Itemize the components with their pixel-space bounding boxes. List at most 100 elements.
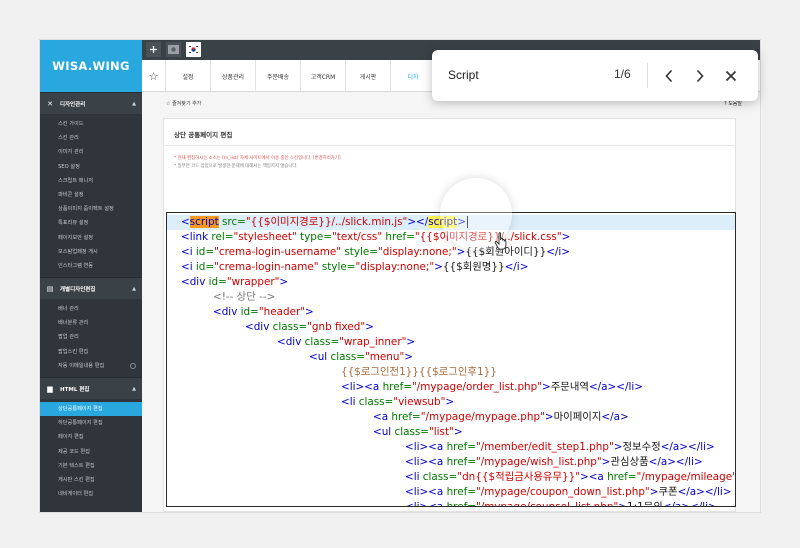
code-token: <li><a: [405, 456, 444, 468]
tab-item[interactable]: 주문배송: [256, 60, 301, 92]
code-token: "/mypage/coupon_down_list.php": [475, 486, 650, 498]
sidebar-item[interactable]: 이미지 관리: [40, 145, 142, 159]
code-token: <div: [277, 336, 302, 348]
tab-item[interactable]: 고객CRM: [301, 60, 346, 92]
circle-icon: [130, 362, 136, 369]
sidebar-item[interactable]: 모스탐업페정 게시: [40, 245, 142, 259]
sidebar-item-label: 특표리뷰 설정: [58, 220, 89, 227]
code-token: href=: [388, 411, 421, 423]
sidebar-item[interactable]: 페이지보안 설정: [40, 231, 142, 245]
chevron-left-icon[interactable]: [656, 63, 682, 89]
code-line: {{$로그인전1}}{{$로그인후1}}: [167, 365, 497, 380]
chevron-right-icon[interactable]: [687, 63, 713, 89]
sidebar-item[interactable]: 상단공통페이지 편집: [40, 402, 142, 417]
sidebar-item[interactable]: 배너분류 관리: [40, 316, 142, 330]
tab-item[interactable]: 게시판: [346, 60, 391, 92]
code-token: class=: [419, 471, 458, 483]
sidebar-item[interactable]: 팝업스킨 편집: [40, 345, 142, 359]
code-token: "display:none;": [378, 246, 457, 258]
code-token: href=: [603, 471, 637, 483]
code-token: 관심상품: [610, 456, 649, 468]
caret-up-icon[interactable]: ▲: [132, 286, 136, 292]
sidebar-item-label: 팝업 관리: [58, 334, 79, 341]
code-token: 1:1문의: [626, 501, 663, 507]
sidebar-item-label: 자동 이메일내용 편집: [58, 362, 105, 369]
sidebar-item-label: 네비게이터 편집: [58, 491, 94, 498]
sidebar-item[interactable]: 하단공통페이지 편집: [40, 416, 142, 430]
caret-up-icon[interactable]: ▲: [132, 101, 136, 107]
korea-flag-icon[interactable]: [186, 42, 201, 57]
tab-item[interactable]: 설정: [166, 60, 211, 92]
sidebar-item-label: 페이지 편집: [58, 434, 84, 441]
sidebar-item[interactable]: 자동 이메일내용 편집: [40, 359, 142, 373]
code-token: "crema-login-name": [214, 261, 319, 273]
find-input[interactable]: [448, 64, 608, 86]
code-token: "wrapper": [226, 276, 280, 288]
sidebar-item-label: 팝업스킨 편집: [58, 348, 89, 355]
code-token: {{$회원명}}: [442, 261, 505, 273]
code-token: <i: [181, 261, 193, 273]
sidebar-item[interactable]: 파비콘 설정: [40, 188, 142, 202]
sidebar-section-header[interactable]: ▤ 개별디자인편집 ▲: [40, 277, 142, 300]
code-token: ><a: [580, 471, 604, 483]
tab-item[interactable]: 상품관리: [211, 60, 256, 92]
code-token: 마이페이지: [553, 411, 602, 423]
code-editor[interactable]: <script src="{{$이미지경로}}/../slick.min.js"…: [166, 212, 736, 507]
tab-item[interactable]: 디자: [391, 60, 436, 92]
hand-cursor-icon: [494, 232, 508, 254]
breadcrumb[interactable]: ☆ 즐겨찾기 추가: [166, 100, 201, 107]
sidebar-item[interactable]: 네비게이터 편집: [40, 487, 142, 501]
code-token: "{{$이미지경로}}/../slick.min.js": [245, 216, 408, 228]
sidebar-item[interactable]: 스킨 가이드: [40, 117, 142, 131]
code-line: <li><a href="/member/edit_step1.php">정보수…: [167, 440, 715, 455]
sidebar-list: 스킨 가이드 스킨 관리 이미지 관리 SEO 설정스크립트 매니저파비콘 설정 상품이…: [40, 114, 142, 277]
code-line: <li class="dn{{$적립금사용유무}}"><a href="/myp…: [167, 470, 735, 485]
code-token: href=: [443, 441, 476, 453]
code-token: "text/css": [332, 231, 383, 243]
plus-icon[interactable]: [146, 42, 161, 57]
sidebar-section-title: HTML 편집: [60, 386, 90, 393]
code-line: <div class="gnb fixed">: [167, 320, 374, 335]
favorite-star-icon[interactable]: ☆: [142, 60, 166, 92]
sidebar-item[interactable]: 페이지 편집: [40, 430, 142, 444]
sidebar-section-header[interactable]: ✕ 디자인관리 ▲: [40, 92, 142, 114]
sidebar-item-label: 제공 코드 편집: [58, 448, 90, 455]
sidebar-section-header[interactable]: ▆ HTML 편집 ▲: [40, 377, 142, 399]
sidebar-item[interactable]: SEO 설정: [40, 160, 142, 174]
sidebar-item[interactable]: 기본 텍스트 편집: [40, 459, 142, 473]
code-token: >: [561, 231, 571, 243]
sidebar-item[interactable]: 스크립트 매니저: [40, 174, 142, 188]
code-token: style=: [341, 246, 378, 258]
sidebar-item[interactable]: 상품이미지 줌이펙트 설정: [40, 202, 142, 216]
code-token: </a>: [601, 411, 629, 423]
sidebar-item-label: 모스탐업페정 게시: [58, 248, 98, 255]
sidebar-item[interactable]: 게시판 스킨 편집: [40, 473, 142, 487]
close-icon[interactable]: [718, 63, 744, 89]
sidebar-item[interactable]: 제공 코드 편집: [40, 445, 142, 459]
code-token: >: [445, 396, 455, 408]
sidebar-item-label: 스크립트 매니저: [58, 177, 94, 184]
code-token: {{$로그인전1}}{{$로그인후1}}: [341, 366, 497, 378]
page-title: 상단 공통페이지 편집: [174, 131, 233, 139]
code-token: href=: [379, 381, 412, 393]
code-line: <li><a href="/mypage/counsel_list.php">1…: [167, 500, 717, 507]
korea-flag-icon-gray[interactable]: [166, 42, 181, 57]
sidebar-item[interactable]: 스킨 관리: [40, 131, 142, 145]
notice-text: * 현재 편집하시는 소스는 [m_list] 자체 사이트에서 이용 중인 스…: [174, 156, 341, 161]
code-token: <div: [213, 306, 238, 318]
code-token: <div: [245, 321, 270, 333]
code-token: <i: [181, 246, 193, 258]
sidebar-item[interactable]: 배너 관리: [40, 302, 142, 316]
code-token: 주문내역: [550, 381, 589, 393]
code-token: "list": [429, 426, 454, 438]
sidebar-item[interactable]: 특표리뷰 설정: [40, 216, 142, 230]
sidebar-item[interactable]: 팝업 관리: [40, 330, 142, 344]
caret-up-icon[interactable]: ▲: [132, 386, 136, 392]
sidebar-item-label: 배너분류 관리: [58, 320, 89, 327]
code-token: >: [542, 381, 551, 393]
help-link[interactable]: ? 도움말: [724, 100, 742, 107]
code-line: <ul class="list">: [167, 425, 463, 440]
sidebar-item[interactable]: 인스타그램 연동: [40, 259, 142, 273]
wisa-wing-logo[interactable]: WISA.WING: [40, 40, 142, 92]
code-line: <li class="viewsub">: [167, 395, 454, 410]
